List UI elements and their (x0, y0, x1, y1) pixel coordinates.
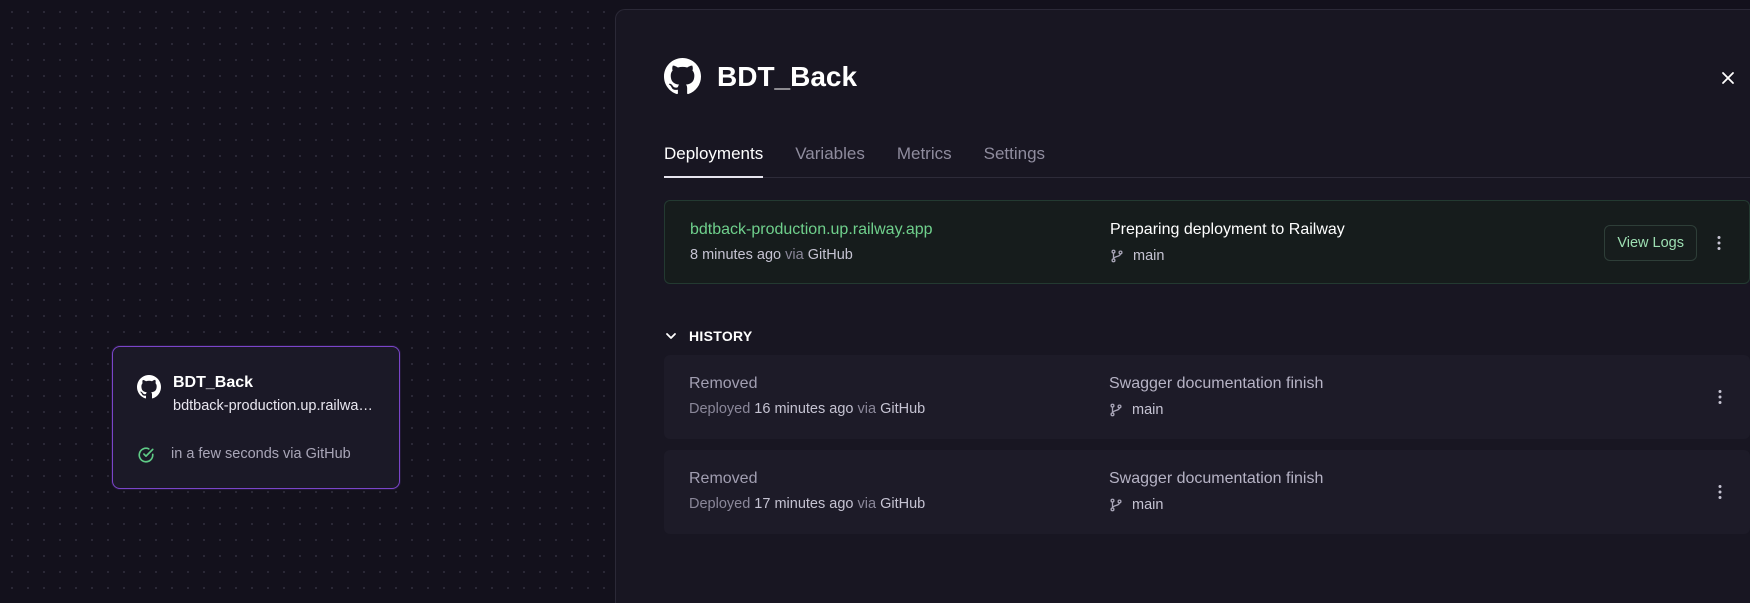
service-card[interactable]: BDT_Back bdtback-production.up.railway.a… (112, 346, 400, 489)
service-url: bdtback-production.up.railway.app (173, 398, 378, 414)
tab-variables[interactable]: Variables (795, 133, 865, 178)
deployment-source: GitHub (880, 401, 926, 417)
deployment-url-link[interactable]: bdtback-production.up.railway.app (690, 221, 933, 239)
github-icon (137, 375, 161, 399)
chevron-down-icon (666, 333, 676, 339)
service-name: BDT_Back (173, 374, 254, 391)
more-vertical-icon[interactable] (1717, 235, 1721, 251)
deployed-label: Deployed (689, 496, 751, 512)
panel-title: BDT_Back (717, 60, 858, 92)
tab-deployments[interactable]: Deployments (664, 133, 764, 178)
deployment-message: Swagger documentation finish (1109, 470, 1324, 487)
branch-name: main (1132, 497, 1164, 513)
service-panel: BDT_Back Deployments Variables Metrics S… (615, 9, 1750, 603)
view-logs-button[interactable]: View Logs (1604, 225, 1697, 261)
branch-name: main (1133, 248, 1165, 264)
deployment-meta: Deployed 16 minutes ago via GitHub (689, 401, 925, 417)
git-branch-icon (1111, 249, 1123, 263)
deployment-branch: main (1109, 402, 1163, 418)
more-vertical-icon[interactable] (1718, 484, 1722, 500)
active-deployment[interactable]: bdtback-production.up.railway.app 8 minu… (664, 200, 1750, 284)
deployment-status: Removed (689, 470, 758, 487)
history-label: HISTORY (689, 328, 753, 344)
deployment-time: 17 minutes ago (754, 496, 854, 512)
via-label: via (857, 401, 877, 417)
deployment-meta: 8 minutes ago via GitHub (690, 247, 853, 263)
git-branch-icon (1110, 403, 1122, 417)
deployment-time: 16 minutes ago (754, 401, 854, 417)
via-label: via (857, 496, 877, 512)
service-status: in a few seconds via GitHub (171, 446, 351, 462)
deployment-branch: main (1110, 248, 1164, 264)
deployment-branch: main (1109, 497, 1163, 513)
tab-metrics[interactable]: Metrics (897, 133, 952, 178)
more-vertical-icon[interactable] (1718, 389, 1722, 405)
tab-settings[interactable]: Settings (984, 133, 1045, 178)
history-deployment-row[interactable]: Removed Deployed 16 minutes ago via GitH… (664, 355, 1750, 439)
panel-header: BDT_Back (664, 58, 857, 95)
check-circle-icon (138, 447, 154, 463)
branch-name: main (1132, 402, 1164, 418)
deployment-meta: Deployed 17 minutes ago via GitHub (689, 496, 925, 512)
deployment-time: 8 minutes ago (690, 247, 782, 263)
deployment-message: Preparing deployment to Railway (1110, 221, 1345, 238)
project-canvas[interactable]: BDT_Back bdtback-production.up.railway.a… (0, 0, 616, 603)
deployment-message: Swagger documentation finish (1109, 375, 1324, 392)
tab-bar: Deployments Variables Metrics Settings (664, 133, 1750, 178)
deployment-status: Removed (689, 375, 758, 392)
deployment-source: GitHub (807, 247, 853, 263)
git-branch-icon (1110, 498, 1122, 512)
history-deployment-row[interactable]: Removed Deployed 17 minutes ago via GitH… (664, 450, 1750, 534)
close-icon[interactable] (1720, 70, 1736, 86)
history-toggle[interactable]: HISTORY (664, 328, 753, 344)
deployed-label: Deployed (689, 401, 751, 417)
via-label: via (785, 247, 804, 263)
deployment-source: GitHub (880, 496, 926, 512)
github-icon (664, 58, 701, 95)
